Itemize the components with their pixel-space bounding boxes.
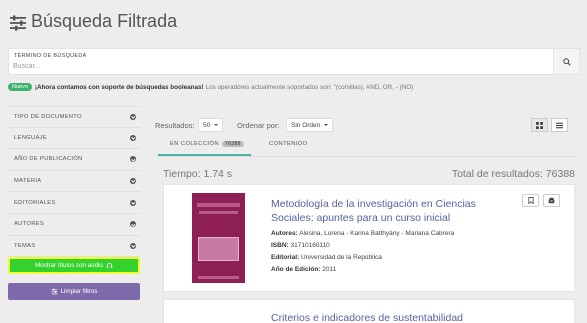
result-isbn: ISBN: 31710160110: [271, 242, 330, 249]
show-audio-titles-button[interactable]: Mostrar títulos con audio: [8, 257, 140, 274]
page-title: Búsqueda Filtrada: [31, 11, 178, 31]
result-publisher: Editorial: Universidad de la República: [271, 254, 382, 261]
headphones-icon: [106, 262, 113, 268]
filter-label: TIPO DE DOCUMENTO: [14, 113, 82, 120]
result-title-link[interactable]: Criterios e indicadores de sustentabilid…: [271, 312, 463, 323]
tabs-divider: [158, 156, 578, 157]
list-icon: [556, 122, 563, 128]
chevron-down-icon: [130, 242, 136, 249]
clear-button-label: Limpiar filtros: [60, 288, 98, 295]
filter-language[interactable]: LENGUAJE: [8, 127, 140, 150]
result-card: Criterios e indicadores de sustentabilid…: [163, 299, 575, 323]
sliders-icon: [51, 288, 57, 295]
filter-publishers[interactable]: EDITORIALES: [8, 192, 140, 214]
audio-button-label: Mostrar títulos con audio: [35, 262, 103, 269]
grid-icon: [536, 121, 543, 129]
clear-filters-button[interactable]: Limpiar filtros: [8, 283, 140, 300]
search-button[interactable]: [553, 49, 579, 74]
boolean-search-notice: Nuevo ¡Ahora contamos con soporte de bús…: [8, 83, 413, 91]
inbox-icon: [548, 197, 555, 204]
search-caption: TÉRMINO DE BÚSQUEDA: [14, 53, 87, 59]
search-time: Tiempo: 1.74 s: [163, 168, 233, 180]
tab-in-collection[interactable]: EN COLECCIÓN 76388: [170, 141, 244, 147]
total-results: Total de resultados: 76388: [451, 168, 575, 180]
result-authors: Autores: Alesina, Lorena - Karina Batthy…: [271, 230, 455, 237]
details-button[interactable]: [543, 194, 560, 207]
caret-down-icon: [324, 124, 329, 126]
result-card: Metodología de la investigación en Cienc…: [163, 184, 575, 292]
filter-label: AÑO DE PUBLICACIÓN: [14, 156, 83, 163]
filter-label: TEMAS: [14, 242, 36, 249]
results-per-page-value: 50: [203, 121, 211, 129]
filter-label: LENGUAJE: [14, 134, 48, 141]
order-by-label: Ordenar por:: [237, 121, 280, 130]
chevron-down-icon: [130, 199, 136, 206]
chevron-down-icon: [130, 156, 136, 163]
notice-text: Los operadores actualmente soportados so…: [205, 83, 414, 91]
bookmark-icon: [527, 197, 534, 204]
active-tab-indicator: [158, 154, 251, 156]
search-bar: TÉRMINO DE BÚSQUEDA: [8, 48, 580, 75]
filter-label: AUTORES: [14, 221, 45, 228]
results-per-page-select[interactable]: 50: [198, 118, 224, 132]
results-per-page-label: Resultados:: [155, 121, 195, 130]
sliders-icon: [10, 15, 26, 31]
grid-view-button[interactable]: [531, 118, 548, 132]
search-icon: [562, 57, 571, 66]
new-badge: Nuevo: [8, 83, 32, 91]
order-by-select[interactable]: Sin Orden: [286, 118, 334, 132]
tab-content[interactable]: CONTENIDO: [269, 141, 307, 147]
tab-label: EN COLECCIÓN: [170, 141, 219, 147]
result-year: Año de Edición: 2011: [271, 266, 337, 273]
chevron-down-icon: [130, 178, 136, 185]
book-cover[interactable]: [192, 193, 245, 283]
filter-authors[interactable]: AUTORES: [8, 213, 140, 236]
chevron-down-icon: [130, 221, 136, 228]
filter-topics[interactable]: TEMAS: [8, 235, 140, 258]
chevron-down-icon: [130, 134, 136, 141]
order-by-value: Sin Orden: [291, 121, 321, 129]
notice-bold-text: ¡Ahora contamos con soporte de búsquedas…: [34, 83, 204, 91]
list-view-button[interactable]: [551, 118, 568, 132]
chevron-down-icon: [130, 113, 136, 120]
bookmark-button[interactable]: [522, 194, 539, 207]
filter-label: EDITORIALES: [14, 199, 56, 206]
result-title-link[interactable]: Metodología de la investigación en Cienc…: [271, 197, 511, 225]
filter-publication-year[interactable]: AÑO DE PUBLICACIÓN: [8, 149, 140, 171]
filter-subject[interactable]: MATERIA: [8, 170, 140, 193]
search-input[interactable]: [13, 60, 548, 72]
tab-label: CONTENIDO: [269, 141, 308, 147]
filters-sidebar: TIPO DE DOCUMENTO LENGUAJE AÑO DE PUBLIC…: [8, 106, 140, 258]
caret-down-icon: [214, 124, 219, 126]
filter-document-type[interactable]: TIPO DE DOCUMENTO: [8, 106, 140, 128]
tab-count-badge: 76388: [221, 141, 244, 147]
filter-label: MATERIA: [14, 178, 42, 185]
